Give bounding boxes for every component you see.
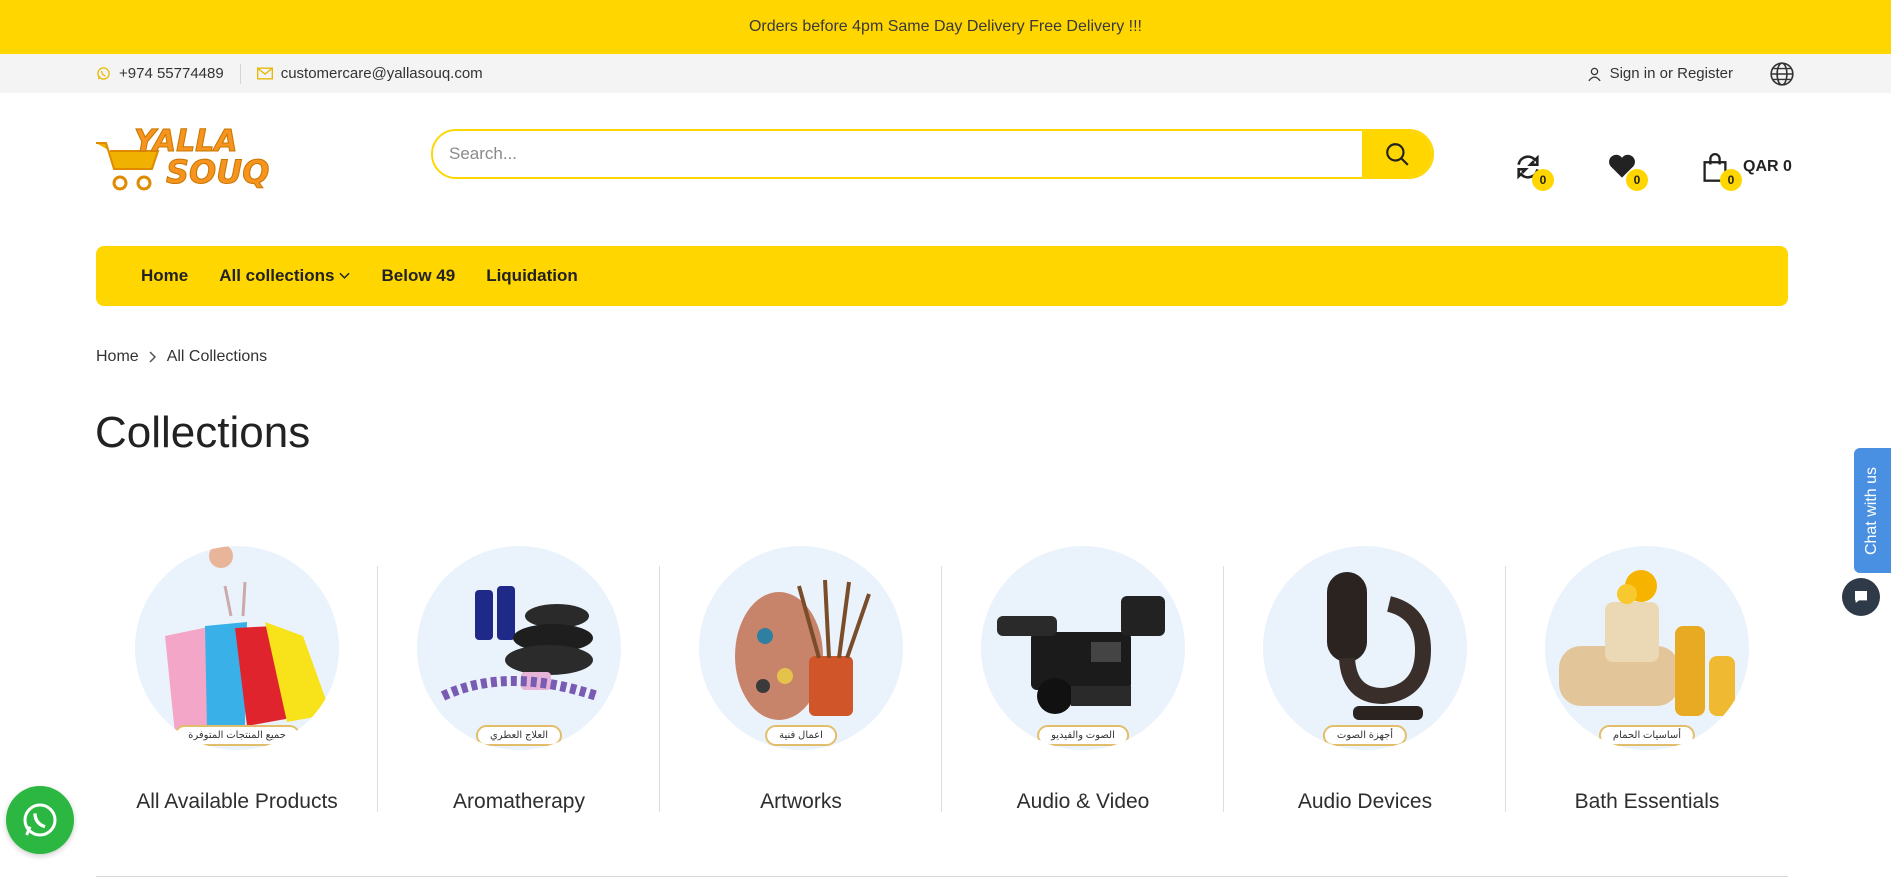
aromatherapy-image — [440, 586, 599, 701]
collection-card[interactable]: أجهزة الصوت Audio Devices — [1224, 546, 1506, 818]
bath-essentials-image — [1559, 570, 1735, 716]
collection-image: جميع المنتجات المتوفرة — [135, 546, 339, 750]
nav-all-collections[interactable]: All collections — [219, 266, 351, 286]
artworks-image — [735, 579, 871, 720]
announcement-text: Orders before 4pm Same Day Delivery Free… — [748, 18, 1142, 35]
top-bar: +974 55774489 customercare@yallasouq.com… — [0, 54, 1891, 93]
collection-badge: اعمال فنية — [765, 725, 837, 746]
search-bar — [431, 129, 1434, 179]
signin-link[interactable]: Sign in or Register — [1587, 65, 1733, 82]
collection-card[interactable]: اعمال فنية Artworks — [660, 546, 942, 818]
nav-label: Below 49 — [381, 266, 456, 285]
collection-badge: العلاج العطري — [475, 725, 563, 746]
collection-image: أجهزة الصوت — [1263, 546, 1467, 750]
collection-badge: الصوت والفيديو — [1037, 725, 1129, 746]
shopping-bags-image — [165, 546, 331, 734]
collection-title[interactable]: Bath Essentials — [1575, 790, 1720, 814]
mail-icon — [256, 67, 273, 80]
search-icon — [1386, 143, 1409, 166]
collection-card[interactable]: العلاج العطري Aromatherapy — [378, 546, 660, 818]
collection-badge: أجهزة الصوت — [1322, 725, 1408, 746]
phone-number: +974 55774489 — [119, 65, 224, 82]
nav-liquidation[interactable]: Liquidation — [486, 266, 578, 286]
chat-with-us-tab[interactable]: Chat with us — [1854, 448, 1891, 573]
email-link[interactable]: customercare@yallasouq.com — [256, 65, 483, 82]
collection-card[interactable]: الصوت والفيديو Audio & Video — [942, 546, 1224, 818]
yallasouq-logo[interactable]: YALLA SOUQ — [94, 121, 280, 195]
cart-count: 0 — [1720, 169, 1742, 191]
chat-tab-label: Chat with us — [1863, 466, 1881, 555]
whatsapp-icon — [23, 803, 57, 837]
signin-label: Sign in or Register — [1609, 65, 1733, 82]
cart-button[interactable]: 0 — [1702, 153, 1742, 191]
search-input[interactable] — [433, 131, 1362, 177]
svg-text:SOUQ: SOUQ — [166, 153, 269, 191]
whatsapp-button[interactable] — [6, 786, 74, 854]
collection-image: أساسيات الحمام — [1545, 546, 1749, 750]
nav-label: All collections — [219, 266, 335, 285]
wishlist-count: 0 — [1626, 169, 1648, 191]
site-header: YALLA SOUQ 0 0 0 — [0, 93, 1891, 246]
announcement-bar: Orders before 4pm Same Day Delivery Free… — [0, 0, 1891, 54]
collections-grid: جميع المنتجات المتوفرة All Available Pro… — [96, 546, 1788, 818]
user-icon — [1587, 67, 1601, 81]
collection-image: اعمال فنية — [699, 546, 903, 750]
collection-image: العلاج العطري — [417, 546, 621, 750]
collection-title[interactable]: Aromatherapy — [453, 790, 585, 814]
page-title: Collections — [95, 408, 311, 457]
nav-below-49[interactable]: Below 49 — [381, 266, 455, 286]
cart-total[interactable]: QAR 0 — [1743, 158, 1792, 176]
breadcrumb-current: All Collections — [166, 348, 268, 365]
nav-label: Liquidation — [486, 266, 578, 285]
nav-home[interactable]: Home — [141, 266, 188, 286]
main-nav: Home All collections Below 49 Liquidatio… — [96, 246, 1788, 306]
collection-badge: أساسيات الحمام — [1598, 725, 1696, 746]
chat-icon — [1855, 591, 1867, 603]
search-button[interactable] — [1362, 131, 1432, 177]
collection-title[interactable]: Artworks — [760, 790, 842, 814]
breadcrumb: Home All Collections — [96, 348, 267, 366]
section-divider — [96, 876, 1788, 877]
camcorder-image — [997, 596, 1165, 714]
microphone-image — [1327, 572, 1432, 720]
collection-title[interactable]: Audio & Video — [1017, 790, 1150, 814]
collection-card[interactable]: جميع المنتجات المتوفرة All Available Pro… — [96, 546, 378, 818]
chevron-right-icon — [149, 351, 156, 363]
collection-image: الصوت والفيديو — [981, 546, 1185, 750]
chat-bubble-button[interactable] — [1842, 578, 1880, 616]
divider — [239, 63, 241, 84]
nav-label: Home — [141, 266, 189, 285]
collection-badge: جميع المنتجات المتوفرة — [174, 725, 300, 746]
phone-link[interactable]: +974 55774489 — [96, 65, 224, 82]
compare-button[interactable]: 0 — [1514, 153, 1554, 191]
breadcrumb-home[interactable]: Home — [96, 348, 139, 366]
whatsapp-icon — [97, 67, 110, 80]
globe-icon[interactable] — [1769, 61, 1795, 87]
chevron-down-icon — [339, 272, 351, 279]
collection-title[interactable]: Audio Devices — [1298, 790, 1432, 814]
collection-title[interactable]: All Available Products — [136, 790, 338, 814]
collection-card[interactable]: أساسيات الحمام Bath Essentials — [1506, 546, 1788, 818]
wishlist-button[interactable]: 0 — [1608, 153, 1648, 191]
email-address: customercare@yallasouq.com — [280, 65, 483, 82]
compare-count: 0 — [1532, 169, 1554, 191]
